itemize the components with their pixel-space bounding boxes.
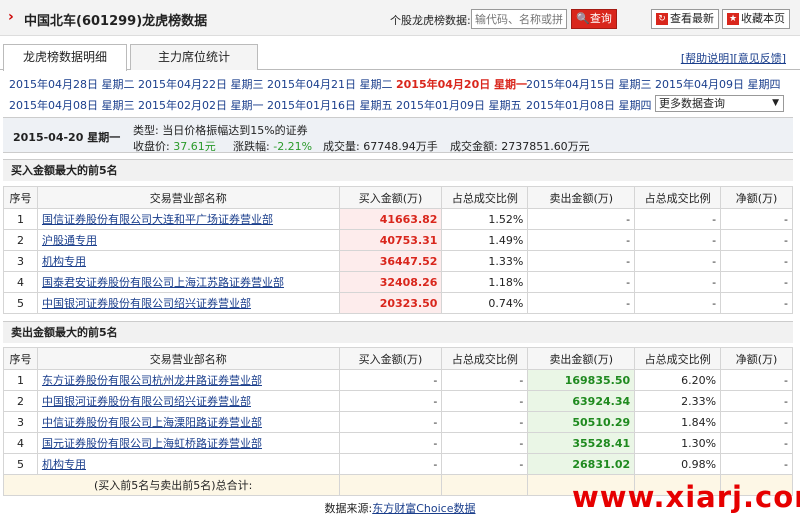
broker-link[interactable]: 机构专用 — [42, 255, 86, 268]
change-pct: 涨跌幅: -2.21% — [233, 140, 313, 153]
broker-link[interactable]: 国元证券股份有限公司上海虹桥路证券营业部 — [42, 437, 262, 450]
amount: 成交金额: 2737851.60万元 — [450, 140, 590, 153]
broker-link[interactable]: 沪股通专用 — [42, 234, 97, 247]
broker-link[interactable]: 机构专用 — [42, 458, 86, 471]
help-links: [帮助说明][意见反馈] — [681, 50, 786, 66]
col-net: 净额(万) — [720, 347, 793, 370]
table-row: 5 机构专用 - -26831.02 0.98% - — [3, 453, 793, 475]
sell-section-title: 卖出金额最大的前5名 — [3, 321, 793, 343]
col-net: 净额(万) — [720, 186, 793, 209]
date-link[interactable]: 2015年04月22日 星期三 — [138, 76, 264, 92]
buy-table: 序号 交易营业部名称 买入金额(万) 占总成交比例 卖出金额(万) 占总成交比例… — [3, 186, 793, 314]
info-date: 2015-04-20 星期一 — [13, 131, 121, 144]
refresh-icon: ↻ — [656, 13, 668, 25]
col-buy-pct: 占总成交比例 — [441, 347, 529, 370]
tab-seat-stats[interactable]: 主力席位统计 — [130, 44, 258, 70]
date-link[interactable]: 2015年04月08日 星期三 — [9, 97, 135, 113]
date-link[interactable]: 2015年01月16日 星期五 — [267, 97, 393, 113]
col-no: 序号 — [3, 186, 38, 209]
table-row: 3 中信证券股份有限公司上海溧阳路证券营业部 - -50510.29 1.84% - — [3, 411, 793, 433]
search-input[interactable] — [471, 9, 567, 29]
info-type: 类型: 当日价格振幅达到15%的证券 — [133, 124, 308, 137]
feedback-link[interactable]: [意见反馈] — [733, 52, 786, 65]
table-row: 1 国信证券股份有限公司大连和平广场证券营业部 41663.82 1.52% - - - — [3, 208, 793, 230]
table-row: 4 国元证券股份有限公司上海虹桥路证券营业部 - -35528.41 1.30% - — [3, 432, 793, 454]
col-sell: 卖出金额(万) — [527, 347, 636, 370]
table-row: 2 沪股通专用 40753.31 1.49% - - - — [3, 229, 793, 251]
col-sell-pct: 占总成交比例 — [634, 186, 722, 209]
date-link[interactable]: 2015年04月28日 星期二 — [9, 76, 135, 92]
broker-link[interactable]: 国信证券股份有限公司大连和平广场证券营业部 — [42, 213, 273, 226]
col-name: 交易营业部名称 — [36, 186, 340, 209]
col-sell-pct: 占总成交比例 — [634, 347, 722, 370]
search-label: 个股龙虎榜数据: — [390, 14, 471, 27]
col-no: 序号 — [3, 347, 38, 370]
table-header: 序号 交易营业部名称 买入金额(万) 占总成交比例 卖出金额(万) 占总成交比例… — [3, 347, 793, 370]
date-link[interactable]: 2015年01月08日 星期四 — [526, 97, 652, 113]
favorite-button[interactable]: ★ 收藏本页 — [722, 9, 790, 29]
broker-link[interactable]: 东方证券股份有限公司杭州龙井路证券营业部 — [42, 374, 262, 387]
info-bar: 2015-04-20 星期一 类型: 当日价格振幅达到15%的证券 收盘价: 3… — [3, 117, 793, 153]
tab-bar: 龙虎榜数据明细 主力席位统计 [帮助说明][意见反馈] — [0, 44, 800, 71]
col-buy: 买入金额(万) — [338, 347, 443, 370]
date-link[interactable]: 2015年01月09日 星期五 — [396, 97, 522, 113]
broker-link[interactable]: 中国银河证券股份有限公司绍兴证券营业部 — [42, 297, 251, 310]
date-link[interactable]: 2015年04月09日 星期四 — [655, 76, 781, 92]
table-row: 5 中国银河证券股份有限公司绍兴证券营业部 20323.50 0.74% - - - — [3, 292, 793, 314]
volume: 成交量: 67748.94万手 — [323, 140, 438, 153]
chevron-right-icon: › — [8, 9, 14, 25]
table-row: 2 中国银河证券股份有限公司绍兴证券营业部 - -63924.34 2.33% - — [3, 390, 793, 412]
page-title: 中国北车(601299)龙虎榜数据 — [24, 14, 208, 29]
date-link[interactable]: 2015年04月21日 星期二 — [267, 76, 393, 92]
col-buy-pct: 占总成交比例 — [441, 186, 529, 209]
more-data-select[interactable]: 更多数据查询 ▼ — [655, 95, 784, 112]
close-price: 收盘价: 37.61元 — [133, 140, 216, 153]
caret-down-icon: ▼ — [772, 98, 779, 108]
tab-detail[interactable]: 龙虎榜数据明细 — [3, 44, 127, 71]
broker-link[interactable]: 中国银河证券股份有限公司绍兴证券营业部 — [42, 395, 251, 408]
source-link[interactable]: 东方财富Choice数据 — [372, 502, 475, 515]
date-link[interactable]: 2015年04月15日 星期三 — [526, 76, 652, 92]
col-name: 交易营业部名称 — [36, 347, 340, 370]
help-link[interactable]: [帮助说明] — [681, 52, 734, 65]
col-sell: 卖出金额(万) — [527, 186, 636, 209]
buy-section-title: 买入金额最大的前5名 — [3, 159, 793, 181]
table-row: 1 东方证券股份有限公司杭州龙井路证券营业部 - -169835.50 6.20% - — [3, 369, 793, 391]
broker-link[interactable]: 国泰君安证券股份有限公司上海江苏路证券营业部 — [42, 276, 284, 289]
star-icon: ★ — [727, 13, 739, 25]
table-row: 3 机构专用 36447.52 1.33% - - - — [3, 250, 793, 272]
view-latest-button[interactable]: ↻ 查看最新 — [651, 9, 719, 29]
table-header: 序号 交易营业部名称 买入金额(万) 占总成交比例 卖出金额(万) 占总成交比例… — [3, 186, 793, 209]
col-buy: 买入金额(万) — [338, 186, 443, 209]
date-link[interactable]: 2015年02月02日 星期一 — [138, 97, 264, 113]
sell-table: 序号 交易营业部名称 买入金额(万) 占总成交比例 卖出金额(万) 占总成交比例… — [3, 347, 793, 496]
search-button[interactable]: 🔍查询 — [571, 9, 617, 29]
top-bar: › 中国北车(601299)龙虎榜数据 个股龙虎榜数据: 🔍查询 ↻ 查看最新 … — [0, 0, 800, 36]
table-row: 4 国泰君安证券股份有限公司上海江苏路证券营业部 32408.26 1.18% - - - — [3, 271, 793, 293]
watermark: www.xiarj.com — [572, 480, 800, 514]
date-link-selected[interactable]: 2015年04月20日 星期一 — [396, 76, 527, 92]
broker-link[interactable]: 中信证券股份有限公司上海溧阳路证券营业部 — [42, 416, 262, 429]
